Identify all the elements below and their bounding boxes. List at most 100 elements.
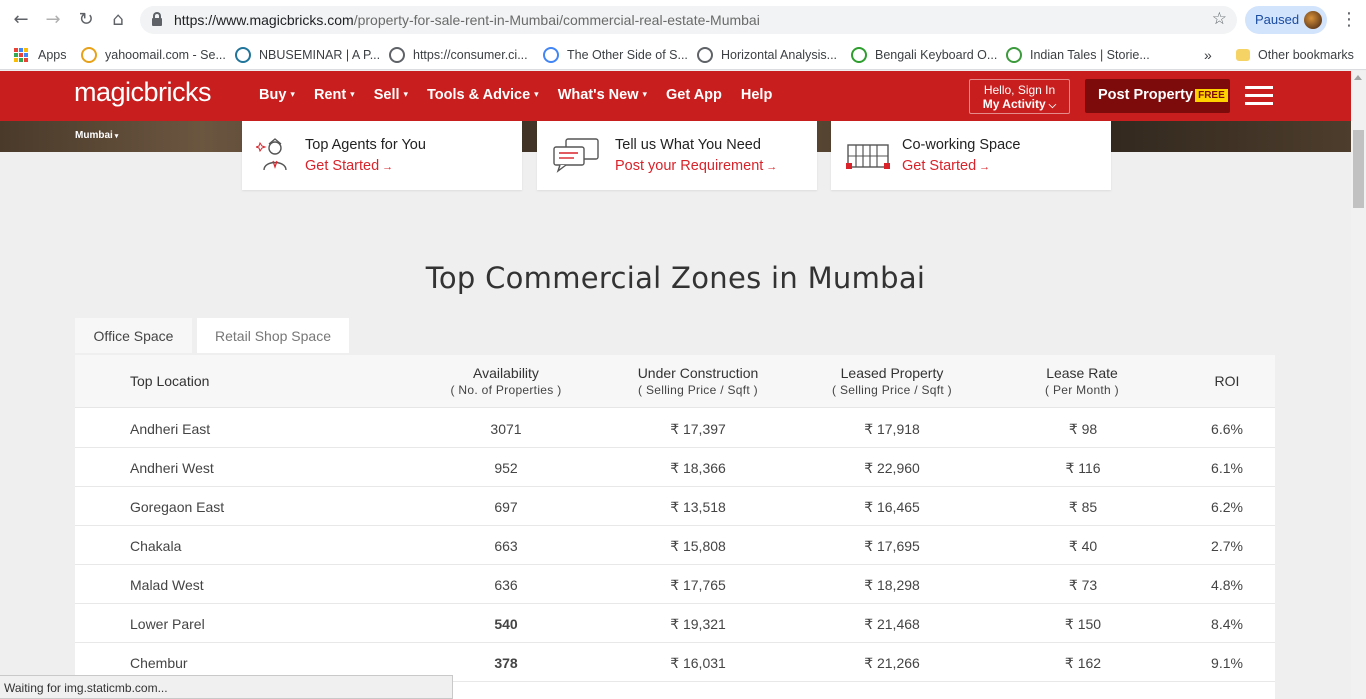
profile-status: Paused — [1255, 12, 1300, 27]
cell-lease-rate: ₹ 73 — [1068, 577, 1098, 593]
menu-item-label: Buy — [259, 87, 287, 103]
caret-down-icon: ▾ — [642, 89, 648, 99]
column-header-leased-property: Leased Property ( Selling Price / Sqft ) — [813, 365, 971, 397]
address-bar[interactable]: https://www.magicbricks.com/property-for… — [140, 6, 1237, 34]
browser-menu-icon[interactable]: ⋮ — [1340, 9, 1358, 31]
bookmark-label: Indian Tales | Storie... — [1030, 48, 1150, 62]
globe-icon — [697, 47, 713, 63]
table-row[interactable]: Malad West 636 ₹ 17,765 ₹ 18,298 ₹ 73 4.8% — [75, 565, 1275, 604]
reload-icon[interactable]: ↻ — [75, 9, 97, 31]
tab-office-space[interactable]: Office Space — [75, 318, 192, 353]
bookmark-item[interactable]: https://consumer.ci... — [389, 46, 528, 64]
url-text[interactable]: https://www.magicbricks.com/property-for… — [174, 12, 760, 28]
card-coworking[interactable]: Co-working Space Get Started → — [831, 121, 1111, 190]
page-scrollbar[interactable] — [1351, 71, 1366, 699]
post-property-label: Post Property — [1098, 87, 1194, 103]
card-link-label: Get Started — [902, 158, 977, 174]
bookmark-item[interactable]: Indian Tales | Storie... — [1006, 46, 1150, 64]
arrow-right-icon: → — [766, 161, 778, 173]
cell-lease-rate: ₹ 162 — [1064, 655, 1102, 671]
chat-bubbles-icon — [553, 138, 599, 173]
scroll-up-icon[interactable] — [1354, 75, 1362, 80]
section-title: Top Commercial Zones in Mumbai — [425, 261, 926, 295]
bookmark-star-icon[interactable]: ☆ — [1212, 9, 1227, 29]
cell-location[interactable]: Andheri East — [130, 421, 210, 437]
table-row[interactable]: Chakala 663 ₹ 15,808 ₹ 17,695 ₹ 40 2.7% — [75, 526, 1275, 565]
bookmark-item[interactable]: yahoomail.com - Se... — [81, 46, 226, 64]
apps-grid-icon — [14, 48, 28, 62]
column-header-roi: ROI — [1195, 373, 1259, 389]
sign-in-button[interactable]: Hello, Sign In My Activity ⌵ — [969, 79, 1070, 114]
cell-location[interactable]: Chembur — [130, 655, 188, 671]
menu-item-buy[interactable]: Buy ▾ — [259, 87, 295, 103]
cell-location[interactable]: Malad West — [130, 577, 204, 593]
menu-item-what-s-new[interactable]: What's New ▾ — [558, 87, 647, 103]
cell-location[interactable]: Chakala — [130, 538, 181, 554]
bookmark-label: The Other Side of S... — [567, 48, 688, 62]
cell-leased: ₹ 16,465 — [864, 499, 920, 515]
table-row[interactable]: Andheri West 952 ₹ 18,366 ₹ 22,960 ₹ 116 6.1% — [75, 448, 1275, 487]
cell-location[interactable]: Lower Parel — [130, 616, 205, 632]
card-link[interactable]: Post your Requirement → — [615, 158, 777, 174]
cell-lease-rate: ₹ 85 — [1068, 499, 1098, 515]
caret-down-icon: ▾ — [114, 133, 119, 140]
back-icon[interactable]: ← — [10, 9, 32, 31]
cell-roi: 2.7% — [1211, 538, 1243, 554]
menu-item-sell[interactable]: Sell ▾ — [374, 87, 408, 103]
column-header-label: ROI — [1214, 373, 1240, 389]
tab-retail-shop-space[interactable]: Retail Shop Space — [197, 318, 349, 353]
bookmark-label: Horizontal Analysis... — [721, 48, 838, 62]
globe-icon — [389, 47, 405, 63]
menu-item-tools-advice[interactable]: Tools & Advice ▾ — [427, 87, 539, 103]
bookmark-item[interactable]: Apps — [14, 46, 67, 64]
free-badge: FREE — [1195, 89, 1228, 102]
magicbricks-logo[interactable]: magicbricks — [74, 77, 212, 108]
avatar — [1304, 11, 1322, 29]
status-bar: Waiting for img.staticmb.com... — [0, 675, 453, 699]
table-row[interactable]: Lower Parel 540 ₹ 19,321 ₹ 21,468 ₹ 150 8.4% — [75, 604, 1275, 643]
yahoo-icon — [81, 47, 97, 63]
my-activity-label: My Activity — [982, 97, 1046, 111]
cell-location[interactable]: Andheri West — [130, 460, 214, 476]
menu-item-label: Tools & Advice — [427, 87, 531, 103]
table-row[interactable]: Andheri East 3071 ₹ 17,397 ₹ 17,918 ₹ 98 6.6% — [75, 409, 1275, 448]
hamburger-menu-icon[interactable] — [1245, 86, 1273, 106]
cell-lease-rate: ₹ 98 — [1068, 421, 1098, 437]
cell-leased: ₹ 21,266 — [864, 655, 920, 671]
scroll-thumb[interactable] — [1353, 130, 1364, 208]
column-header-sub: ( No. of Properties ) — [450, 383, 562, 397]
card-title: Co-working Space — [902, 137, 1021, 153]
cell-roi: 9.1% — [1211, 655, 1243, 671]
more-bookmarks-icon[interactable]: » — [1204, 46, 1212, 64]
card-requirement[interactable]: Tell us What You Need Post your Requirem… — [537, 121, 817, 190]
other-bookmarks[interactable]: Other bookmarks — [1236, 46, 1354, 64]
card-link-label: Post your Requirement — [615, 158, 764, 174]
profile-button[interactable]: Paused — [1245, 6, 1327, 34]
post-property-button[interactable]: Post Property FREE — [1085, 79, 1230, 113]
column-header-location: Top Location — [130, 373, 209, 389]
cell-availability: 540 — [494, 616, 518, 632]
forward-icon[interactable]: → — [42, 9, 64, 31]
cell-roi: 4.8% — [1211, 577, 1243, 593]
menu-item-get-app[interactable]: Get App — [666, 87, 722, 103]
home-icon[interactable]: ⌂ — [107, 9, 129, 31]
bookmark-item[interactable]: NBUSEMINAR | A P... — [235, 46, 380, 64]
cell-lease-rate: ₹ 40 — [1068, 538, 1098, 554]
city-selector[interactable]: Mumbai ▾ — [75, 130, 118, 141]
column-header-lease-rate: Lease Rate ( Per Month ) — [1030, 365, 1134, 397]
cell-location[interactable]: Goregaon East — [130, 499, 224, 515]
cell-availability: 636 — [494, 577, 518, 593]
table-row[interactable]: Goregaon East 697 ₹ 13,518 ₹ 16,465 ₹ 85 6.2% — [75, 487, 1275, 526]
cell-leased: ₹ 17,918 — [864, 421, 920, 437]
column-header-under-construction: Under Construction ( Selling Price / Sqft… — [620, 365, 776, 397]
card-link[interactable]: Get Started → — [305, 158, 393, 174]
cell-under-construction: ₹ 13,518 — [670, 499, 726, 515]
bookmark-item[interactable]: The Other Side of S... — [543, 46, 688, 64]
bookmark-item[interactable]: Horizontal Analysis... — [697, 46, 837, 64]
menu-item-rent[interactable]: Rent ▾ — [314, 87, 355, 103]
menu-item-help[interactable]: Help — [741, 87, 772, 103]
bookmark-item[interactable]: Bengali Keyboard O... — [851, 46, 997, 64]
card-top-agents[interactable]: Top Agents for You Get Started → — [242, 121, 522, 190]
column-header-label: Top Location — [130, 373, 210, 389]
card-link[interactable]: Get Started → — [902, 158, 990, 174]
